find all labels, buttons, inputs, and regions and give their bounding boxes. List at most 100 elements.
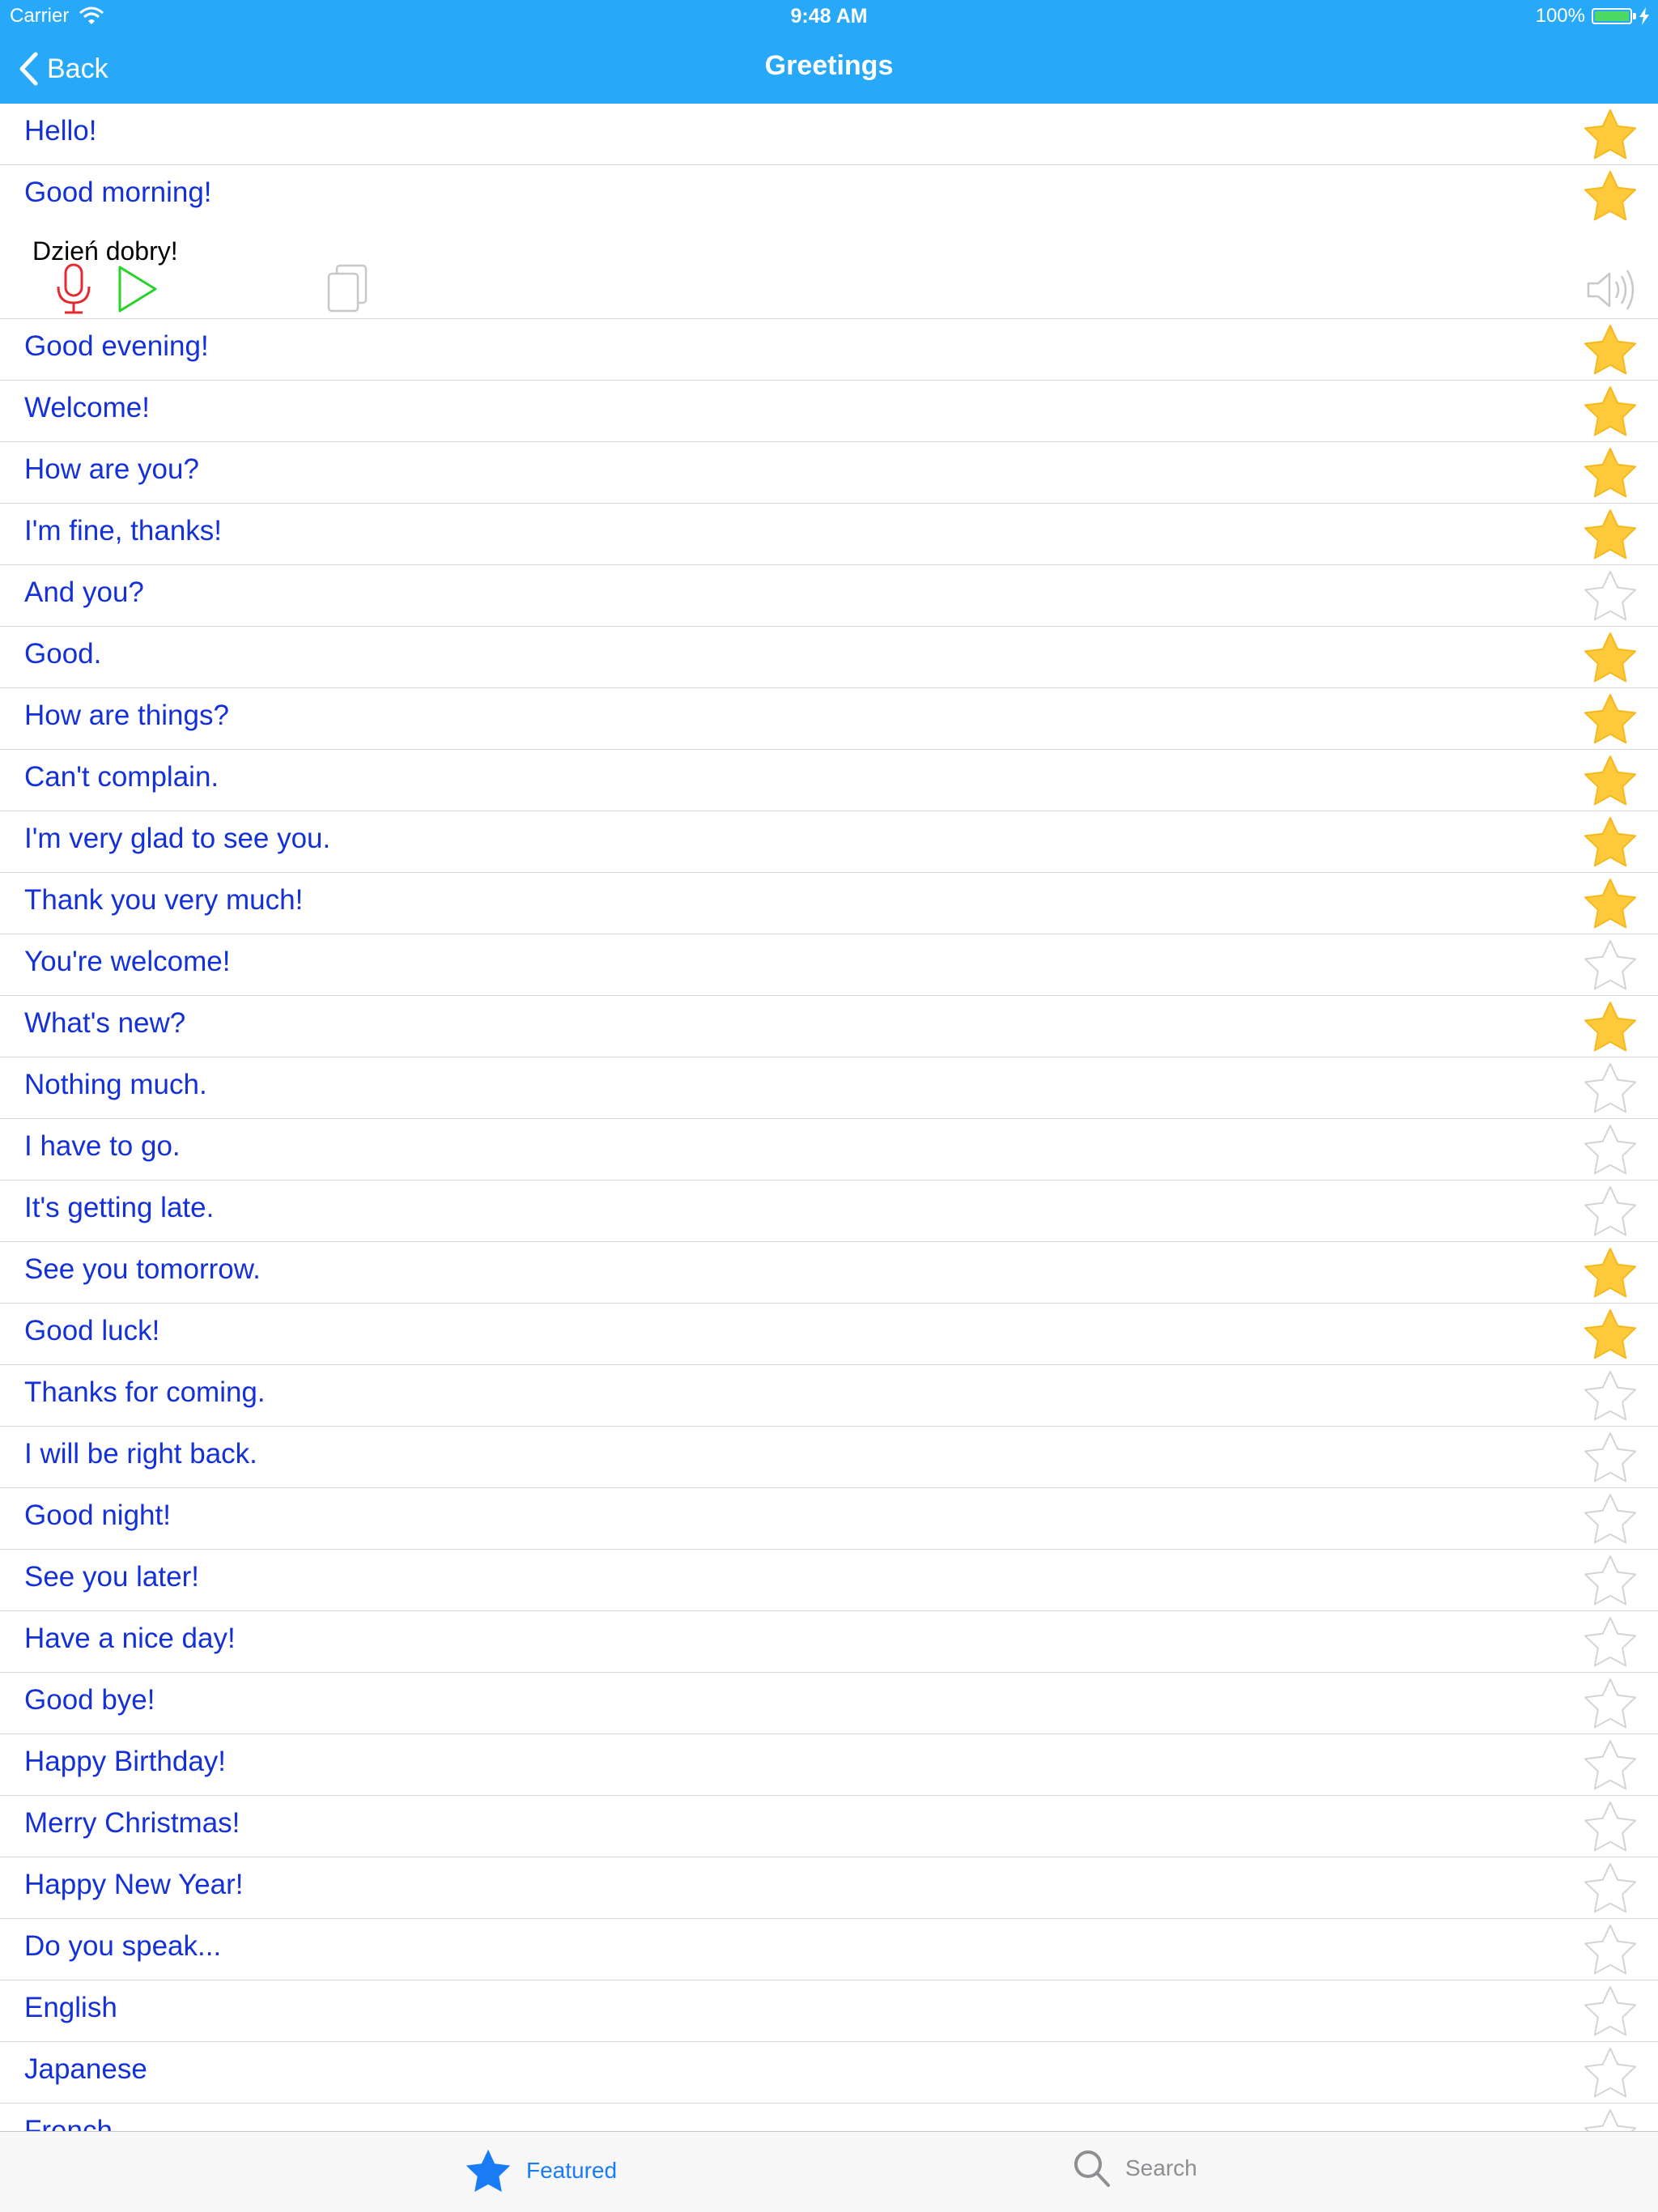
star-filled-icon[interactable] (1584, 755, 1637, 808)
phrase-row[interactable]: See you tomorrow. (0, 1242, 1658, 1304)
phrase-row[interactable]: Nothing much. (0, 1057, 1658, 1119)
star-outline-icon[interactable] (1584, 570, 1637, 623)
status-battery: 100% (1536, 5, 1650, 28)
star-outline-icon[interactable] (1584, 1493, 1637, 1546)
star-outline-icon[interactable] (1584, 1185, 1637, 1239)
status-time: 9:48 AM (790, 5, 868, 28)
phrase-text: You're welcome! (24, 946, 231, 977)
phrase-text: And you? (24, 576, 144, 608)
phrase-row[interactable]: Good luck! (0, 1304, 1658, 1365)
phrase-row[interactable]: Happy New Year! (0, 1857, 1658, 1919)
phrase-text: Can't complain. (24, 761, 219, 793)
microphone-icon[interactable] (53, 262, 94, 316)
phrase-row[interactable]: English (0, 1980, 1658, 2042)
phrase-row[interactable]: Thank you very much! (0, 873, 1658, 934)
star-filled-icon[interactable] (1584, 170, 1637, 223)
phrase-row[interactable]: How are things? (0, 688, 1658, 750)
play-icon[interactable] (113, 262, 162, 316)
star-outline-icon[interactable] (1584, 1924, 1637, 1977)
phrase-row[interactable]: Thanks for coming. (0, 1365, 1658, 1427)
phrase-text: Good luck! (24, 1315, 160, 1346)
star-outline-icon[interactable] (1584, 939, 1637, 993)
copy-icon[interactable] (324, 262, 372, 316)
star-filled-icon[interactable] (1584, 1247, 1637, 1300)
phrase-text: English (24, 1992, 117, 2023)
star-outline-icon[interactable] (1584, 2047, 1637, 2100)
star-outline-icon[interactable] (1584, 1124, 1637, 1177)
star-outline-icon[interactable] (1584, 1985, 1637, 2039)
phrase-row[interactable]: I will be right back. (0, 1427, 1658, 1488)
phrase-text: French (24, 2115, 113, 2131)
star-outline-icon[interactable] (1584, 1678, 1637, 1731)
star-filled-icon[interactable] (1584, 108, 1637, 162)
star-outline-icon[interactable] (1584, 1062, 1637, 1116)
phrase-text: See you later! (24, 1561, 199, 1593)
phrase-text: Good. (24, 638, 102, 670)
phrase-row[interactable]: Happy Birthday! (0, 1734, 1658, 1796)
phrase-text: I'm very glad to see you. (24, 823, 331, 854)
phrase-text: Good bye! (24, 1684, 155, 1716)
phrase-text: Good evening! (24, 330, 209, 362)
phrase-row[interactable]: See you later! (0, 1550, 1658, 1611)
star-filled-icon[interactable] (1584, 878, 1637, 931)
phrase-row[interactable]: Do you speak... (0, 1919, 1658, 1980)
star-outline-icon[interactable] (1584, 1739, 1637, 1793)
phrase-row[interactable]: Welcome! (0, 381, 1658, 442)
phrase-row[interactable]: Good. (0, 627, 1658, 688)
phrase-row[interactable]: I have to go. (0, 1119, 1658, 1180)
phrase-row[interactable]: Japanese (0, 2042, 1658, 2104)
phrase-text: I have to go. (24, 1130, 181, 1162)
phrase-row[interactable]: Merry Christmas! (0, 1796, 1658, 1857)
speaker-icon[interactable] (1584, 266, 1640, 314)
tab-bar: Featured Search (0, 2131, 1658, 2212)
phrase-row[interactable]: I'm fine, thanks! (0, 504, 1658, 565)
phrase-list[interactable]: Hello! Good morning! Dzień dobry! Good even… (0, 104, 1658, 2131)
star-filled-icon[interactable] (1584, 447, 1637, 500)
phrase-row[interactable]: Have a nice day! (0, 1611, 1658, 1673)
tab-search[interactable]: Search (1072, 2148, 1197, 2189)
phrase-text: What's new? (24, 1007, 186, 1039)
star-filled-icon[interactable] (1584, 632, 1637, 685)
star-filled-icon[interactable] (1584, 816, 1637, 870)
star-outline-icon[interactable] (1584, 1431, 1637, 1485)
phrase-row[interactable]: You're welcome! (0, 934, 1658, 996)
search-icon (1074, 2150, 1110, 2187)
phrase-row[interactable]: How are you? (0, 442, 1658, 504)
phrase-text: How are you? (24, 453, 199, 485)
phrase-row[interactable]: Can't complain. (0, 750, 1658, 811)
charging-bolt-icon (1639, 7, 1649, 25)
star-filled-icon[interactable] (1584, 1308, 1637, 1362)
star-filled-icon[interactable] (1584, 508, 1637, 562)
phrase-text: See you tomorrow. (24, 1253, 261, 1285)
star-outline-icon[interactable] (1584, 1801, 1637, 1854)
star-filled-icon[interactable] (1584, 1001, 1637, 1054)
phrase-text: Good night! (24, 1499, 171, 1531)
star-outline-icon[interactable] (1584, 1616, 1637, 1670)
phrase-row[interactable]: Good morning! Dzień dobry! (0, 165, 1658, 319)
phrase-row[interactable]: What's new? (0, 996, 1658, 1057)
phrase-row[interactable]: And you? (0, 565, 1658, 627)
star-filled-icon[interactable] (1584, 324, 1637, 377)
phrase-row[interactable]: Good evening! (0, 319, 1658, 381)
battery-icon (1592, 8, 1636, 24)
phrase-text: I'm fine, thanks! (24, 515, 223, 547)
phrase-row[interactable]: I'm very glad to see you. (0, 811, 1658, 873)
header: Carrier 9:48 AM 100% Back Greetings (0, 0, 1658, 104)
phrase-row[interactable]: Good bye! (0, 1673, 1658, 1734)
phrase-text: Happy New Year! (24, 1869, 244, 1900)
star-outline-icon[interactable] (1584, 2108, 1637, 2131)
star-outline-icon[interactable] (1584, 1555, 1637, 1608)
page-title: Greetings (764, 50, 894, 81)
phrase-row[interactable]: Good night! (0, 1488, 1658, 1550)
star-outline-icon[interactable] (1584, 1370, 1637, 1423)
phrase-text: Hello! (24, 115, 97, 147)
star-outline-icon[interactable] (1584, 1862, 1637, 1916)
phrase-row[interactable]: It's getting late. (0, 1180, 1658, 1242)
battery-percent: 100% (1535, 5, 1585, 27)
phrase-row[interactable]: French (0, 2104, 1658, 2131)
phrase-text: Nothing much. (24, 1069, 207, 1100)
phrase-row[interactable]: Hello! (0, 104, 1658, 165)
star-filled-icon[interactable] (1584, 693, 1637, 747)
star-filled-icon[interactable] (1584, 385, 1637, 439)
tab-featured[interactable]: Featured (465, 2148, 617, 2193)
